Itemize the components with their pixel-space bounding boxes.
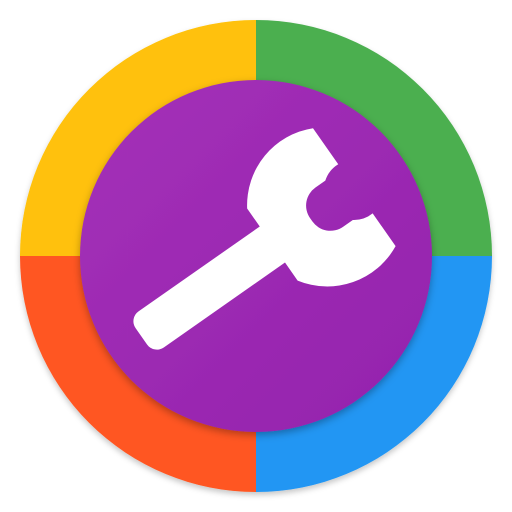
app-icon [0,0,512,512]
app-icon-graphic [20,20,492,492]
